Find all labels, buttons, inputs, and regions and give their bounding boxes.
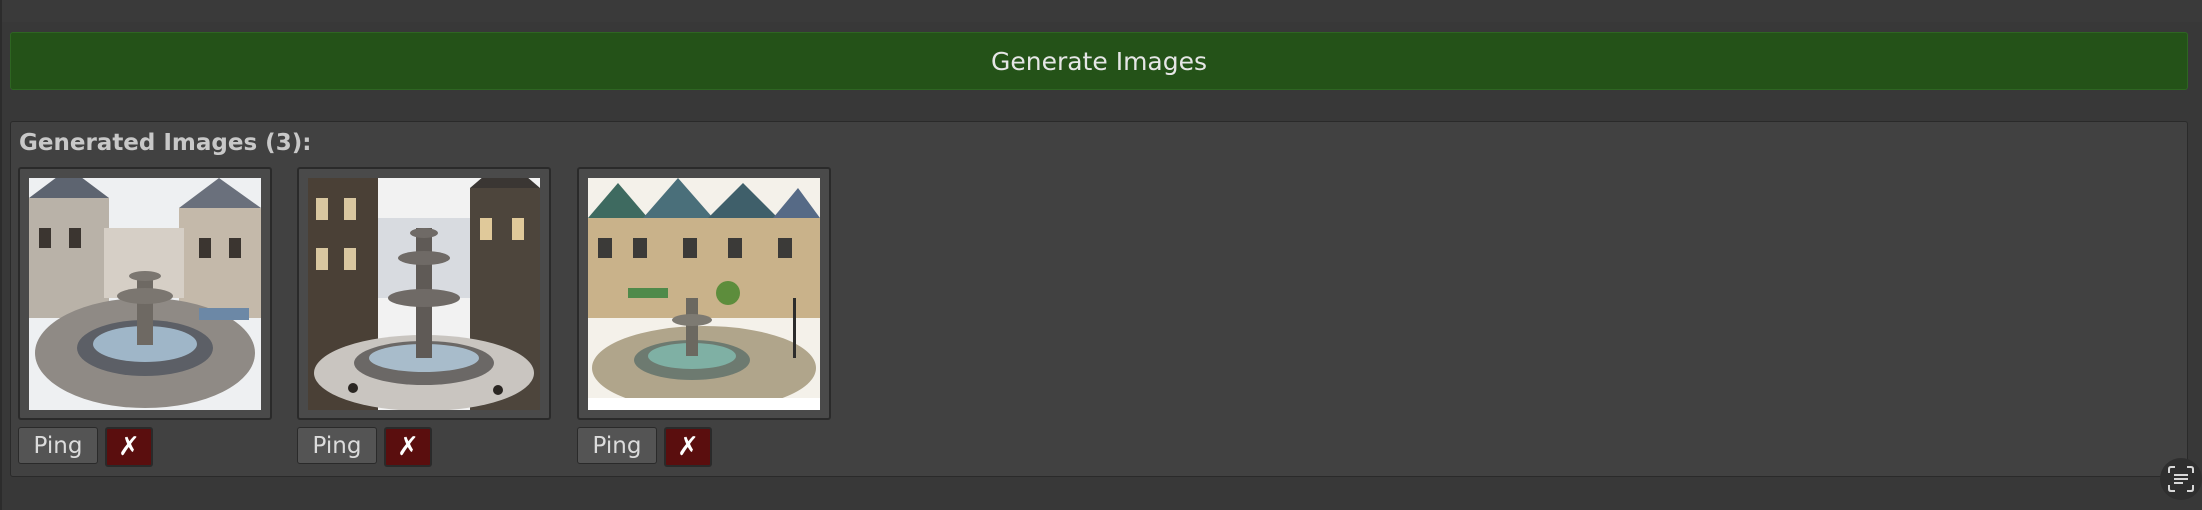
image-card — [577, 167, 831, 420]
image-card — [18, 167, 272, 420]
delete-image-button[interactable]: ✗ — [664, 427, 712, 467]
generated-images-panel: Generated Images (3): Ping ✗ Ping ✗ Ping… — [10, 121, 2188, 477]
app-root: Generate Images Generated Images (3): Pi… — [0, 0, 2202, 510]
generate-images-button[interactable]: Generate Images — [10, 32, 2188, 90]
delete-image-button[interactable]: ✗ — [384, 427, 432, 467]
gallery-title: Generated Images (3): — [19, 130, 312, 156]
ping-button[interactable]: Ping — [297, 427, 377, 464]
delete-image-button[interactable]: ✗ — [105, 427, 153, 467]
generated-image-thumbnail[interactable] — [308, 178, 540, 410]
generated-image-thumbnail[interactable] — [588, 178, 820, 410]
scan-text-icon[interactable] — [2160, 458, 2202, 500]
ping-button[interactable]: Ping — [18, 427, 98, 464]
left-divider — [0, 0, 2, 510]
generated-image-thumbnail[interactable] — [29, 178, 261, 410]
top-strip — [0, 0, 2202, 22]
ping-button[interactable]: Ping — [577, 427, 657, 464]
image-card — [297, 167, 551, 420]
